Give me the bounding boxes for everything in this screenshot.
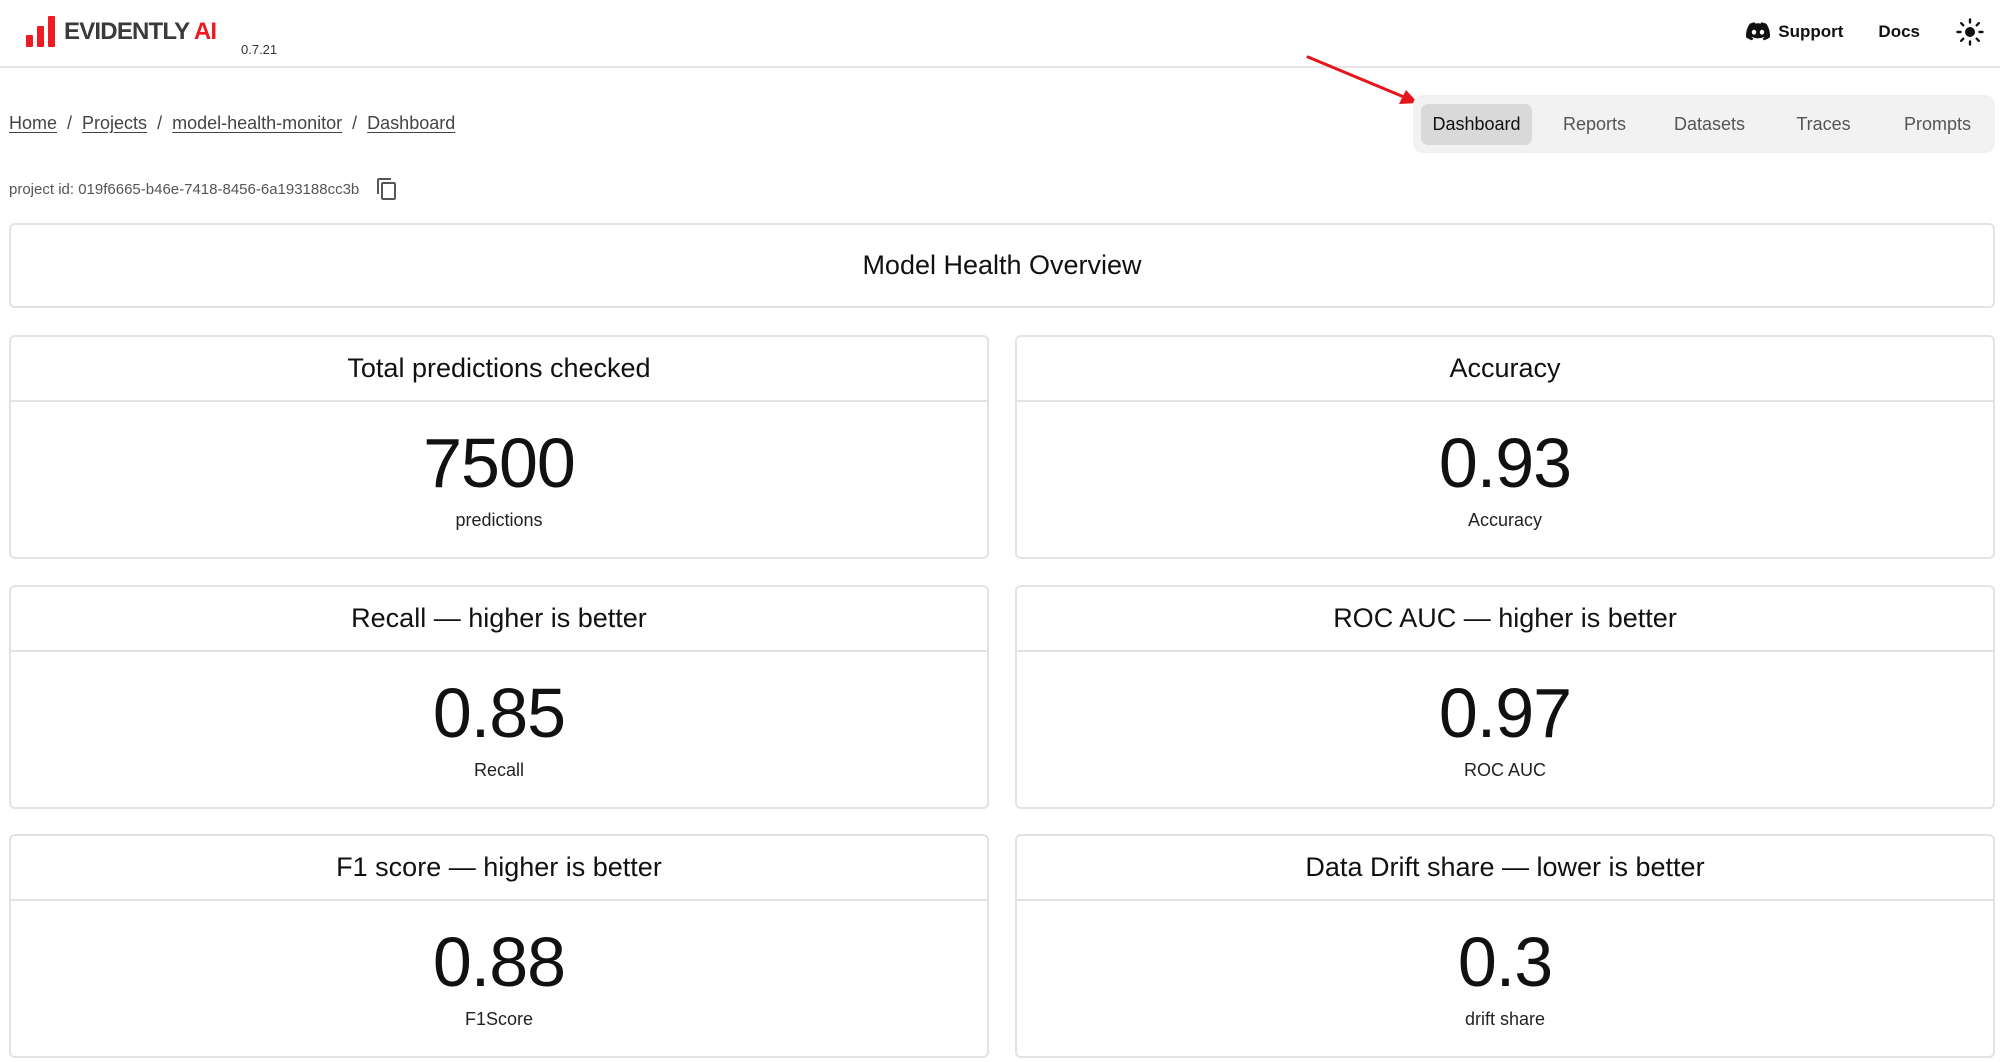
breadcrumb-project[interactable]: model-health-monitor: [172, 113, 342, 134]
annotation-arrow: [1306, 55, 1418, 104]
metric-card-value: 7500: [423, 424, 576, 502]
metric-card-unit: predictions: [455, 510, 543, 530]
copy-icon[interactable]: [375, 177, 399, 201]
metric-card-value: 0.97: [1438, 674, 1572, 752]
metric-card-unit: F1Score: [464, 1009, 534, 1029]
metric-card-title: Total predictions checked: [11, 337, 987, 402]
version-label: 0.7.21: [241, 42, 278, 57]
breadcrumb-separator: /: [352, 113, 358, 133]
breadcrumb-separator: /: [157, 113, 163, 133]
dashboard-title: Model Health Overview: [862, 250, 1142, 280]
discord-icon: [1746, 22, 1771, 41]
project-id-text: project id: 019f6665-b46e-7418-8456-6a19…: [9, 180, 360, 198]
metric-card-value: 0.85: [432, 674, 566, 752]
breadcrumb-dashboard[interactable]: Dashboard: [367, 113, 455, 134]
docs-link[interactable]: Docs: [1878, 22, 1920, 42]
metric-card-title: Recall — higher is better: [11, 587, 987, 652]
tab-dashboard[interactable]: Dashboard: [1421, 103, 1532, 145]
metric-card-data-drift: Data Drift share — lower is better 0.3 d…: [1015, 834, 1995, 1058]
metric-card-value: 0.88: [432, 923, 566, 1001]
tab-traces[interactable]: Traces: [1761, 104, 1886, 145]
breadcrumb-home[interactable]: Home: [9, 113, 57, 134]
metric-card-f1-score: F1 score — higher is better 0.88 F1Score: [9, 834, 989, 1058]
metric-card-total-predictions: Total predictions checked 7500 predictio…: [9, 335, 989, 559]
metric-card-roc-auc: ROC AUC — higher is better 0.97 ROC AUC: [1015, 585, 1995, 809]
metric-card-title: ROC AUC — higher is better: [1017, 587, 1993, 652]
tab-prompts[interactable]: Prompts: [1886, 104, 1989, 145]
metric-card-title: Accuracy: [1017, 337, 1993, 402]
metric-card-unit: Accuracy: [1467, 510, 1543, 530]
logo-bars-icon: [26, 15, 55, 47]
tab-datasets[interactable]: Datasets: [1658, 104, 1761, 145]
breadcrumb-separator: /: [67, 113, 73, 133]
metric-card-title: F1 score — higher is better: [11, 836, 987, 901]
metric-card-value: 0.93: [1438, 424, 1572, 502]
project-tabs: Dashboard Reports Datasets Traces Prompt…: [1413, 95, 1995, 153]
evidently-logo[interactable]: EVIDENTLY AI: [26, 15, 217, 47]
metric-card-unit: Recall: [473, 760, 525, 780]
metric-card-title: Data Drift share — lower is better: [1017, 836, 1993, 901]
project-id: project id: 019f6665-b46e-7418-8456-6a19…: [9, 177, 399, 201]
breadcrumb: Home / Projects / model-health-monitor /…: [9, 113, 455, 134]
metric-card-recall: Recall — higher is better 0.85 Recall: [9, 585, 989, 809]
breadcrumb-projects[interactable]: Projects: [82, 113, 147, 134]
metric-card-unit: ROC AUC: [1463, 760, 1546, 780]
metric-card-value: 0.3: [1457, 923, 1553, 1001]
support-label: Support: [1778, 22, 1844, 41]
dashboard-title-panel: Model Health Overview: [9, 223, 1995, 308]
metric-card-accuracy: Accuracy 0.93 Accuracy: [1015, 335, 1995, 559]
tab-reports[interactable]: Reports: [1532, 104, 1657, 145]
sun-icon[interactable]: [1956, 18, 1984, 46]
header-actions: Support Docs: [1746, 16, 1984, 48]
top-bar: EVIDENTLY AI 0.7.21 Support Docs: [0, 0, 2000, 68]
metric-card-unit: drift share: [1464, 1009, 1546, 1029]
support-link[interactable]: Support: [1746, 22, 1843, 42]
logo-text: EVIDENTLY AI: [64, 18, 217, 45]
